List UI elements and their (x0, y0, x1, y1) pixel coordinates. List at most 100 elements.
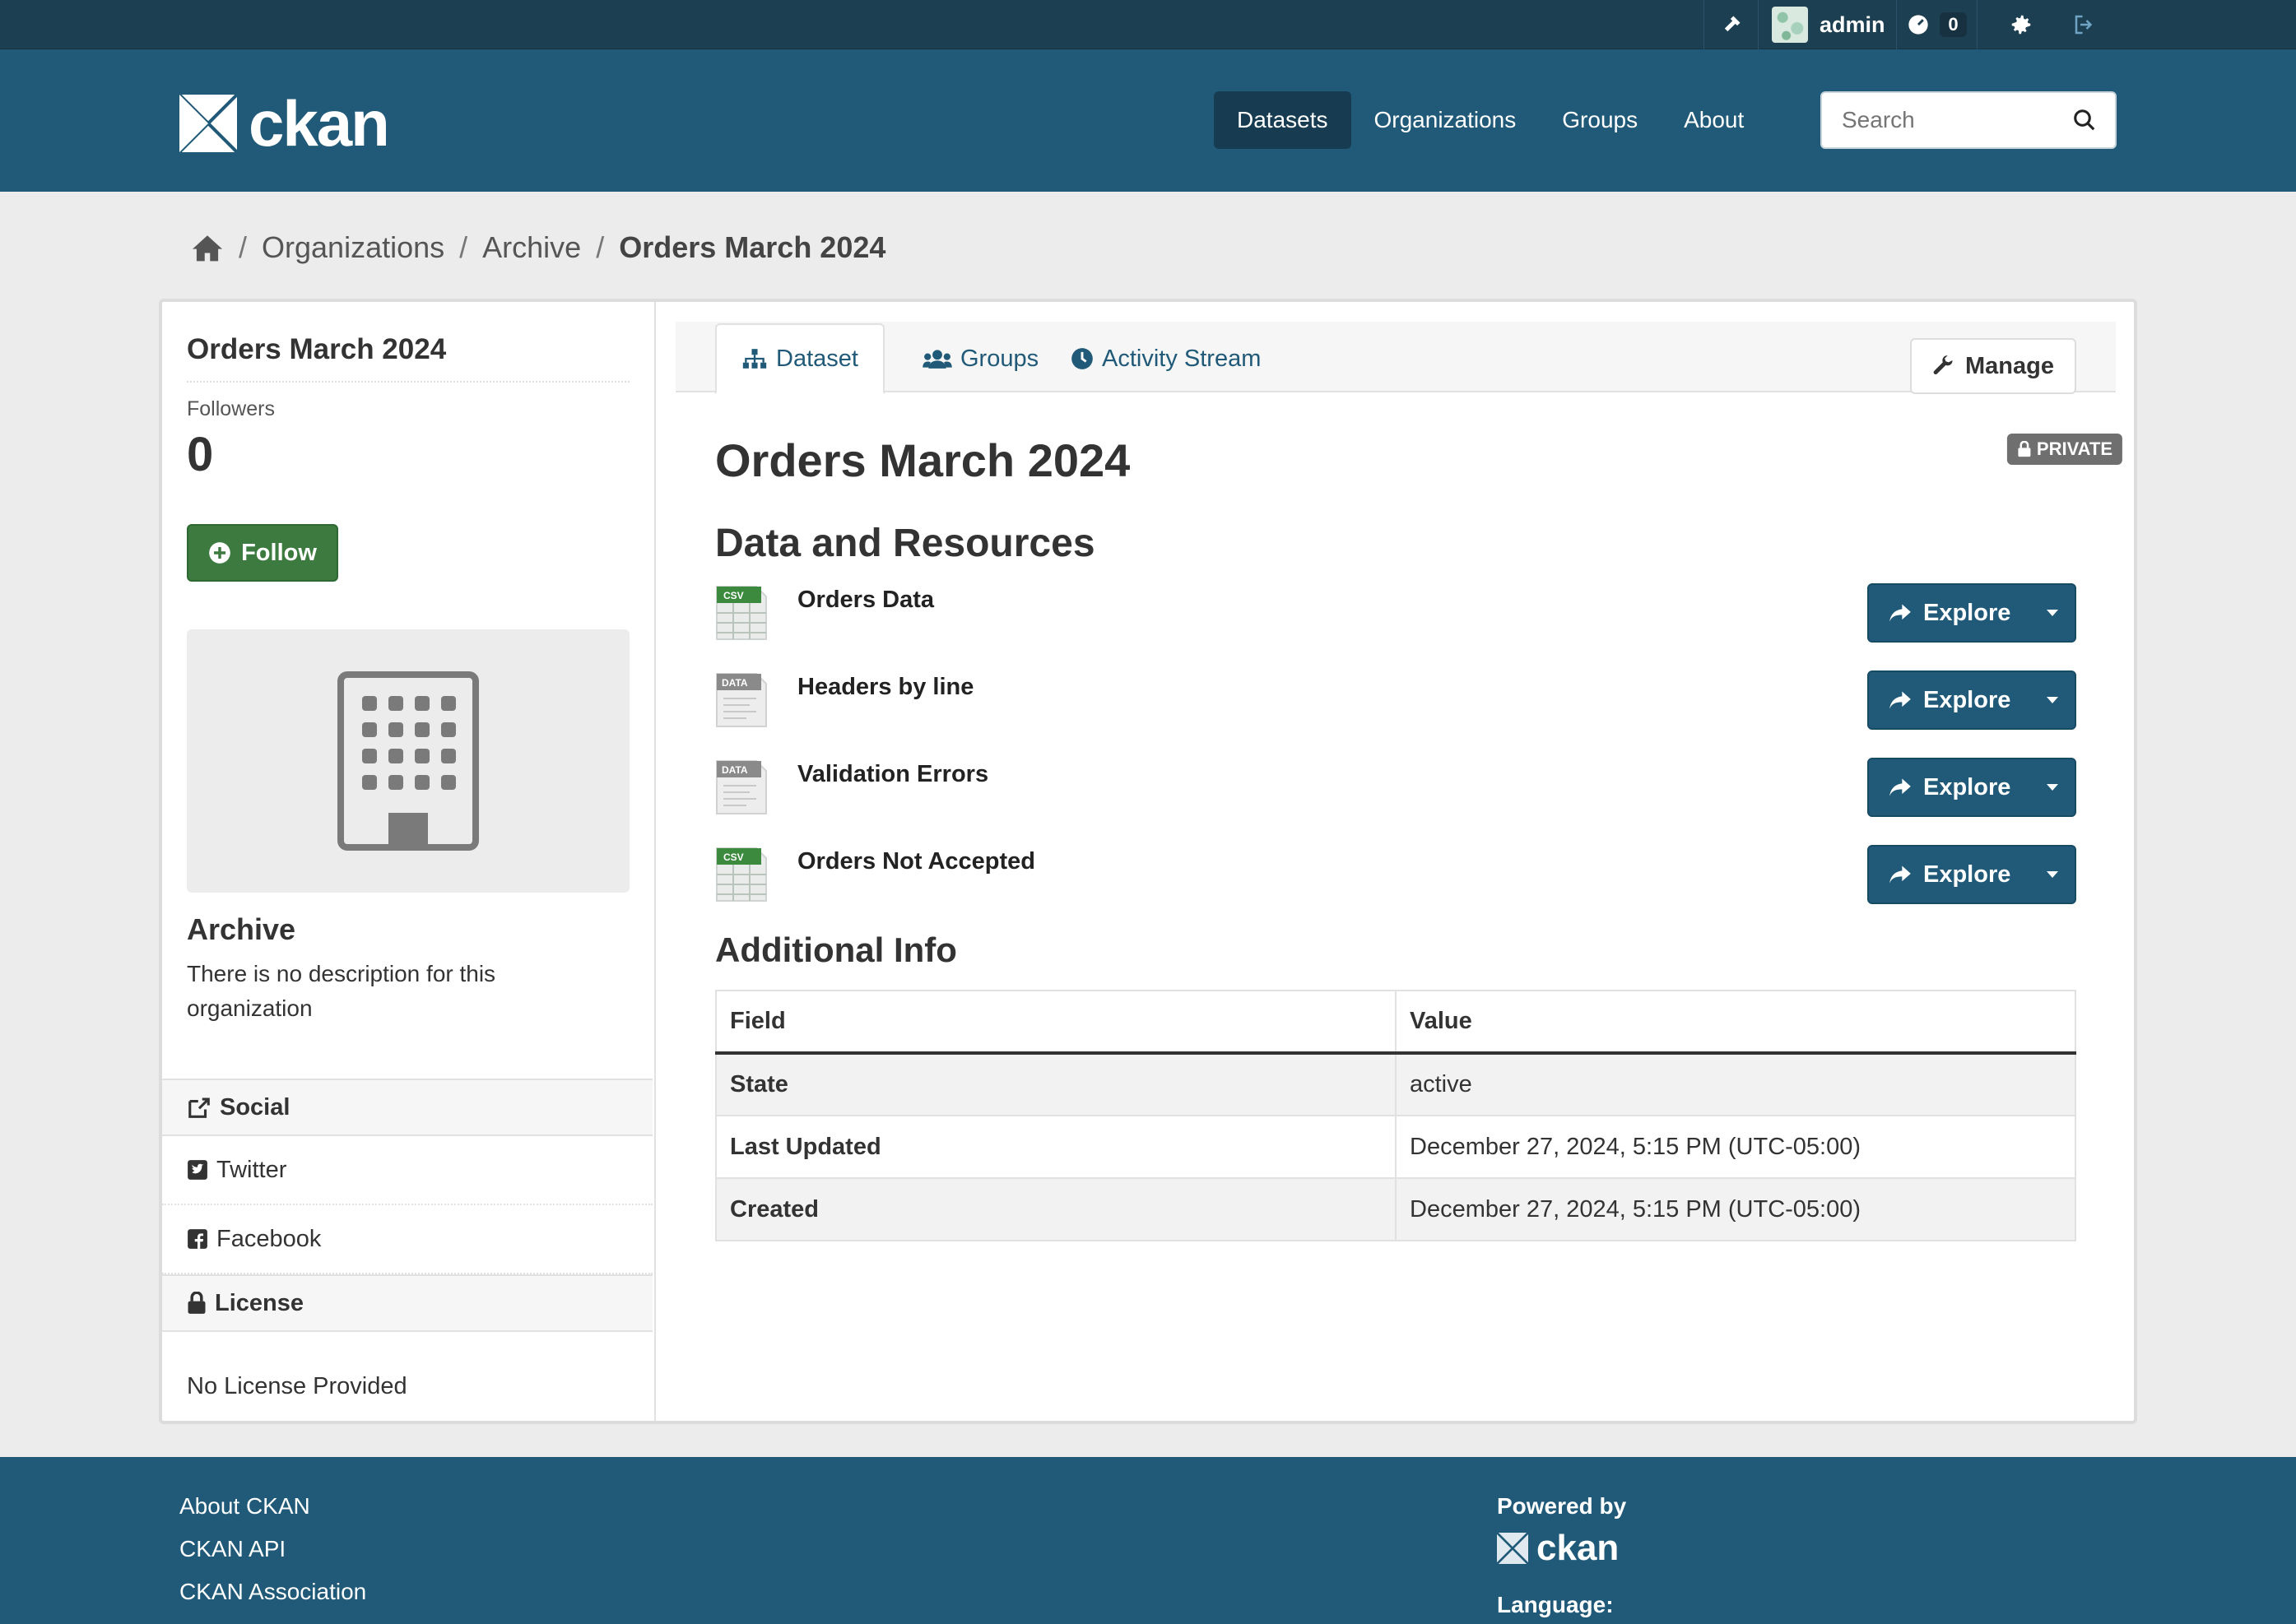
explore-label: Explore (1923, 686, 2011, 713)
social-link-twitter[interactable]: Twitter (162, 1136, 653, 1205)
additional-info-heading: Additional Info (715, 930, 957, 969)
breadcrumb-current[interactable]: Orders March 2024 (619, 230, 885, 265)
table-row: State active (715, 1052, 2076, 1116)
share-arrow-icon (1889, 691, 1911, 709)
home-icon[interactable] (191, 233, 224, 262)
table-cell-field: Last Updated (715, 1115, 1397, 1179)
table-cell-value: active (1395, 1052, 2076, 1116)
resource-name[interactable]: Headers by line (797, 674, 974, 701)
ckan-logo-icon (179, 95, 237, 152)
search-icon[interactable] (2072, 108, 2097, 132)
explore-dropdown-toggle[interactable] (2030, 782, 2075, 792)
settings-button[interactable] (1977, 0, 2064, 49)
explore-main[interactable]: Explore (1869, 600, 2030, 627)
explore-main[interactable]: Explore (1869, 687, 2030, 714)
breadcrumb-organizations[interactable]: Organizations (262, 230, 444, 265)
activity-counter[interactable]: 0 (1896, 0, 1977, 49)
lock-icon (188, 1292, 206, 1314)
tab-label: Dataset (776, 345, 858, 372)
user-dashboard-link[interactable]: admin (1758, 0, 1896, 49)
private-badge: PRIVATE (2006, 434, 2122, 465)
account-masthead: admin 0 (0, 0, 2296, 49)
resource-item[interactable]: CSV Orders Not Accepted Explore (715, 845, 2076, 907)
twitter-square-icon (188, 1160, 207, 1180)
language-label: Language: (1497, 1592, 1614, 1617)
explore-dropdown-toggle[interactable] (2030, 608, 2075, 618)
sysadmin-tools-button[interactable] (1703, 0, 1758, 49)
followers-count: 0 (187, 428, 214, 481)
organization-image[interactable] (187, 629, 630, 893)
resource-name[interactable]: Orders Not Accepted (797, 848, 1035, 875)
explore-main[interactable]: Explore (1869, 861, 2030, 889)
explore-button[interactable]: Explore (1867, 758, 2076, 817)
breadcrumb-archive[interactable]: Archive (482, 230, 581, 265)
search-box (1820, 91, 2117, 149)
clock-icon (1071, 348, 1093, 369)
powered-by: Powered by ckan (1497, 1493, 1626, 1569)
explore-button[interactable]: Explore (1867, 670, 2076, 730)
explore-dropdown-toggle[interactable] (2030, 870, 2075, 879)
share-arrow-icon (1889, 778, 1911, 796)
resource-item[interactable]: DATA Headers by line Explore (715, 670, 2076, 733)
follow-button[interactable]: Follow (187, 524, 338, 582)
table-header-field: Field (715, 990, 1397, 1055)
resource-name[interactable]: Orders Data (797, 587, 934, 614)
breadcrumb-separator: / (239, 230, 248, 264)
tab-dataset[interactable]: Dataset (715, 323, 885, 394)
tab-bar: Dataset Groups Activity Stream Manage (676, 322, 2116, 394)
sign-out-icon (2075, 15, 2093, 35)
tab-label: Activity Stream (1102, 345, 1262, 372)
users-icon (923, 350, 952, 369)
explore-main[interactable]: Explore (1869, 774, 2030, 801)
followers-label: Followers (187, 397, 275, 420)
resource-item[interactable]: CSV Orders Data Explore (715, 583, 2076, 646)
social-link-facebook[interactable]: Facebook (162, 1205, 653, 1274)
tab-groups[interactable]: Groups (898, 323, 1063, 394)
manage-button[interactable]: Manage (1910, 338, 2076, 394)
explore-button[interactable]: Explore (1867, 583, 2076, 643)
content-wrapper: Orders March 2024 Followers 0 Follow Arc… (159, 299, 2137, 1424)
nav-datasets[interactable]: Datasets (1214, 91, 1351, 149)
table-cell-value: December 27, 2024, 5:15 PM (UTC-05:00) (1395, 1115, 2076, 1179)
explore-button[interactable]: Explore (1867, 845, 2076, 904)
table-header-value: Value (1395, 990, 2076, 1055)
facebook-square-icon (188, 1229, 207, 1249)
building-icon (337, 671, 479, 851)
sidebar-title: Orders March 2024 (187, 333, 630, 383)
table-cell-field: State (715, 1052, 1397, 1116)
logout-button[interactable] (2064, 0, 2105, 49)
explore-dropdown-toggle[interactable] (2030, 695, 2075, 705)
main-content: Dataset Groups Activity Stream Manage Or… (656, 302, 2134, 1421)
data-file-icon: DATA (716, 673, 767, 727)
explore-label: Explore (1923, 773, 2011, 800)
share-arrow-icon (1889, 604, 1911, 622)
powered-by-logo[interactable]: ckan (1497, 1528, 1626, 1569)
sidebar: Orders March 2024 Followers 0 Follow Arc… (162, 302, 656, 1421)
data-file-icon: DATA (716, 760, 767, 814)
explore-label: Explore (1923, 861, 2011, 888)
svg-text:DATA: DATA (722, 677, 748, 689)
footer-link-about[interactable]: About CKAN (179, 1493, 366, 1536)
footer-link-api[interactable]: CKAN API (179, 1536, 366, 1579)
nav-about[interactable]: About (1661, 91, 1767, 149)
csv-file-icon: CSV (716, 847, 767, 902)
gavel-icon (1724, 16, 1740, 32)
breadcrumb-separator: / (459, 230, 468, 264)
csv-file-icon: CSV (716, 586, 767, 640)
tab-activity-stream[interactable]: Activity Stream (1046, 323, 1285, 394)
additional-info-table: Field Value State active Last Updated De… (715, 990, 2076, 1241)
resource-item[interactable]: DATA Validation Errors Explore (715, 758, 2076, 820)
nav-organizations[interactable]: Organizations (1351, 91, 1540, 149)
svg-text:CSV: CSV (723, 590, 744, 601)
wrench-icon (1933, 355, 1953, 375)
username: admin (1820, 12, 1885, 37)
plus-circle-icon (209, 542, 230, 564)
site-logo[interactable]: ckan (179, 91, 390, 155)
resource-name[interactable]: Validation Errors (797, 761, 988, 788)
nav-groups[interactable]: Groups (1539, 91, 1661, 149)
footer-link-association[interactable]: CKAN Association (179, 1579, 366, 1622)
activity-count-badge: 0 (1940, 12, 1967, 37)
table-cell-field: Created (715, 1177, 1397, 1241)
dataset-title: Orders March 2024 (715, 434, 1131, 486)
search-input[interactable] (1822, 107, 2061, 133)
